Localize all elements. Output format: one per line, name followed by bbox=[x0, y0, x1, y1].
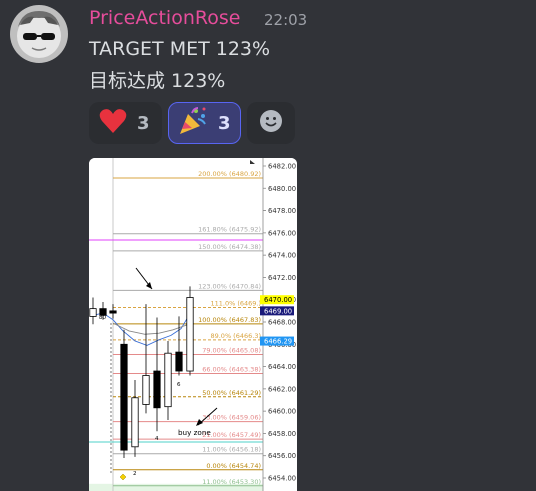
message-line-2: 目标达成 123% bbox=[89, 70, 226, 92]
price-tag-label: 6470.00 bbox=[264, 296, 292, 304]
add-reaction-icon bbox=[259, 109, 283, 137]
fib-level-label: 11.00% (6456.18) bbox=[202, 446, 261, 454]
price-tag-label: 6469.00 bbox=[264, 307, 292, 315]
price-axis-label: 6474.00 bbox=[268, 252, 296, 260]
buy-zone-label: buy zone bbox=[178, 428, 211, 437]
candle-body bbox=[109, 310, 117, 314]
price-axis-label: 6464.00 bbox=[268, 363, 296, 371]
price-axis-label: 6462.00 bbox=[268, 385, 296, 393]
candle-count-label: 4 bbox=[155, 436, 159, 442]
message-timestamp: 22:03 bbox=[264, 11, 308, 29]
candle-count-label: 6 bbox=[177, 382, 181, 388]
fib-level-label: 89.0% (6466.3) bbox=[210, 332, 261, 340]
fib-level-label: 111.0% (6469.) bbox=[210, 300, 261, 308]
candle-body bbox=[120, 343, 128, 451]
fib-level-label: 11.00% (6453.30) bbox=[202, 478, 261, 486]
price-axis-label: 6454.00 bbox=[268, 475, 296, 483]
reaction-party-popper-count: 3 bbox=[218, 112, 231, 134]
price-axis-label: 6458.00 bbox=[268, 430, 296, 438]
candle-body bbox=[164, 352, 172, 408]
candle-count-label: 80 bbox=[99, 315, 106, 321]
chart-image[interactable]: 200.00% (6480.92) 161.80% (6475.92) 150.00… bbox=[89, 158, 297, 491]
reaction-heart[interactable]: 3 bbox=[89, 102, 162, 144]
fib-level-label: 21.00% (6457.49) bbox=[202, 431, 261, 439]
reaction-heart-count: 3 bbox=[137, 112, 150, 134]
price-axis-label: 6472.00 bbox=[268, 274, 296, 282]
user-avatar[interactable] bbox=[10, 5, 68, 63]
reaction-party-popper[interactable]: 3 bbox=[168, 102, 241, 144]
fib-level-label: 123.00% (6470.84) bbox=[198, 282, 261, 290]
candle-body bbox=[142, 375, 150, 405]
price-axis-label: 6478.00 bbox=[268, 207, 296, 215]
price-axis-label: 6460.00 bbox=[268, 408, 296, 416]
candle-body bbox=[175, 351, 183, 372]
fib-level-label: 161.80% (6475.92) bbox=[198, 226, 261, 234]
fib-level-label: 66.00% (6463.38) bbox=[202, 365, 261, 373]
fib-level-label: 150.00% (6474.38) bbox=[198, 243, 261, 251]
fib-level-label: 200.00% (6480.92) bbox=[198, 170, 261, 178]
price-axis-label: 6482.00 bbox=[268, 163, 296, 171]
price-axis-label: 6480.00 bbox=[268, 185, 296, 193]
add-reaction-button[interactable] bbox=[247, 102, 295, 144]
candlestick-chart: 200.00% (6480.92) 161.80% (6475.92) 150.00… bbox=[89, 158, 297, 491]
fib-level-label: 100.00% (6467.83) bbox=[198, 316, 261, 324]
fib-level-label: 50.00% (6461.29) bbox=[202, 389, 261, 397]
party-popper-icon bbox=[178, 106, 208, 140]
fib-level-label: 79.00% (6465.08) bbox=[202, 347, 261, 355]
candle-body bbox=[89, 308, 97, 317]
message-username[interactable]: PriceActionRose bbox=[89, 7, 240, 29]
message-line-1: TARGET MET 123% bbox=[89, 38, 271, 60]
fib-level-label: 0.00% (6454.74) bbox=[206, 462, 261, 470]
candle-body bbox=[131, 397, 139, 448]
heart-icon bbox=[99, 108, 127, 138]
candle-count-label: 2 bbox=[133, 471, 137, 477]
candle-body bbox=[186, 297, 194, 372]
price-axis-label: 6468.00 bbox=[268, 319, 296, 327]
fib-level-label: 33.00% (6459.06) bbox=[202, 414, 261, 422]
price-tag-label: 6466.29 bbox=[264, 338, 292, 346]
price-axis-label: 6476.00 bbox=[268, 229, 296, 237]
candle-body bbox=[153, 370, 161, 409]
price-axis-label: 6456.00 bbox=[268, 452, 296, 460]
